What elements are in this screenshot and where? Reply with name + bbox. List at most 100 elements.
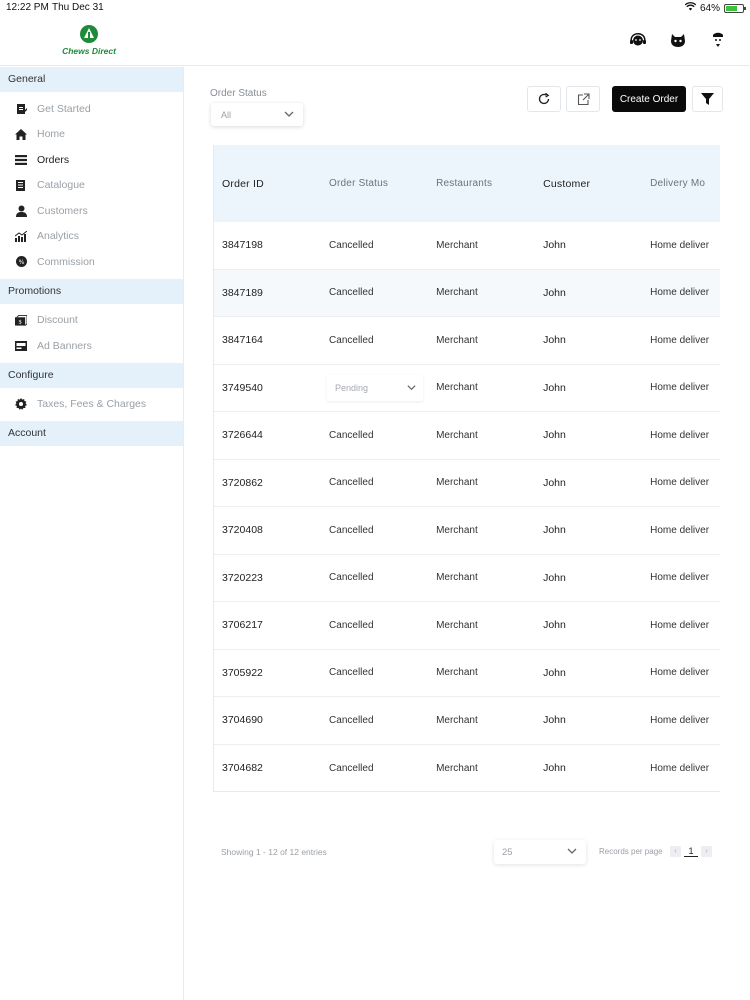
table-row[interactable]: 3847198 Cancelled Merchant John Home del…: [214, 222, 720, 270]
current-page[interactable]: 1: [684, 846, 698, 857]
order-id-cell: 3847189: [222, 286, 263, 299]
sidebar-item-catalogue[interactable]: Catalogue: [0, 173, 183, 199]
column-header[interactable]: Delivery Mo: [642, 178, 720, 189]
delivery-mode-cell: Home deliver: [650, 572, 710, 584]
order-status-cell: Cancelled: [329, 667, 374, 679]
customer-cell: John: [543, 714, 566, 727]
table-row[interactable]: 3704690 Cancelled Merchant John Home del…: [214, 697, 720, 745]
home-icon: [15, 128, 27, 140]
table-header: Order ID Order Status Restaurants Custom…: [214, 145, 720, 222]
sidebar-item-customers[interactable]: Customers: [0, 198, 183, 224]
table-row[interactable]: 3706217 Cancelled Merchant John Home del…: [214, 602, 720, 650]
next-page-button[interactable]: ›: [701, 846, 712, 857]
refresh-button[interactable]: [527, 86, 561, 112]
sidebar-item-label: Discount: [37, 314, 78, 327]
column-header[interactable]: Restaurants: [428, 178, 535, 189]
table-row[interactable]: 3726644 Cancelled Merchant John Home del…: [214, 412, 720, 460]
brand-name: Chews Direct: [62, 46, 116, 56]
wifi-icon: [684, 2, 697, 14]
sidebar-item-label: Get Started: [37, 102, 91, 115]
external-link-icon: [577, 92, 590, 105]
discount-icon: $: [15, 314, 27, 326]
logo-mark-icon: [80, 25, 98, 43]
create-order-button[interactable]: Create Order: [612, 86, 686, 112]
export-button[interactable]: [566, 86, 600, 112]
order-id-cell: 3706217: [222, 619, 263, 632]
order-status-cell: Cancelled: [329, 477, 374, 489]
battery-percent: 64%: [699, 2, 720, 14]
order-status-cell: Cancelled: [329, 334, 374, 346]
order-status-cell: Cancelled: [329, 287, 374, 299]
order-status-cell: Cancelled: [329, 572, 374, 584]
banner-icon: [15, 340, 27, 352]
section-general: General: [0, 67, 183, 92]
table-row[interactable]: 3749540 Pending Merchant John Home deliv…: [214, 364, 720, 412]
delivery-mode-cell: Home deliver: [650, 477, 710, 489]
column-header[interactable]: Order Status: [321, 178, 428, 189]
sidebar-item-analytics[interactable]: Analytics: [0, 224, 183, 250]
delivery-mode-cell: Home deliver: [650, 239, 710, 251]
percent-icon: %: [15, 256, 27, 268]
column-header[interactable]: Order ID: [214, 178, 321, 190]
order-status-select[interactable]: All: [211, 103, 303, 126]
table-row[interactable]: 3720862 Cancelled Merchant John Home del…: [214, 459, 720, 507]
table-row[interactable]: 3705922 Cancelled Merchant John Home del…: [214, 649, 720, 697]
support-icon[interactable]: [628, 30, 648, 50]
customer-cell: John: [543, 334, 566, 347]
table-row[interactable]: 3847189 Cancelled Merchant John Home del…: [214, 269, 720, 317]
column-header[interactable]: Customer: [535, 178, 642, 190]
section-account: Account: [0, 421, 183, 446]
sidebar-item-label: Commission: [37, 255, 95, 268]
prev-page-button[interactable]: ‹: [670, 846, 681, 857]
sidebar-item-discount[interactable]: $ Discount: [0, 308, 183, 334]
delivery-mode-cell: Home deliver: [650, 524, 710, 536]
restaurant-cell: Merchant: [436, 382, 478, 394]
delivery-mode-cell: Home deliver: [650, 334, 710, 346]
customer-cell: John: [543, 524, 566, 537]
analytics-icon: [15, 230, 27, 242]
sidebar-item-get-started[interactable]: Get Started: [0, 96, 183, 122]
filter-icon: [701, 93, 714, 105]
orders-table: Order ID Order Status Restaurants Custom…: [213, 145, 720, 792]
delivery-mode-cell: Home deliver: [650, 762, 710, 774]
table-row[interactable]: 3720223 Cancelled Merchant John Home del…: [214, 554, 720, 602]
restaurant-cell: Merchant: [436, 572, 478, 584]
sidebar-item-label: Catalogue: [37, 179, 85, 192]
chevron-down-icon: [407, 385, 416, 391]
customer-cell: John: [543, 762, 566, 775]
table-row[interactable]: 3847164 Cancelled Merchant John Home del…: [214, 317, 720, 365]
restaurant-cell: Merchant: [436, 334, 478, 346]
profile-icon[interactable]: [708, 30, 728, 50]
pagination: ‹ 1 ›: [670, 846, 712, 857]
sidebar-item-home[interactable]: Home: [0, 122, 183, 148]
entries-summary: Showing 1 - 12 of 12 entries: [221, 847, 327, 857]
sidebar-item-taxes-fees-charges[interactable]: Taxes, Fees & Charges: [0, 392, 183, 418]
order-id-cell: 3847164: [222, 334, 263, 347]
sidebar-item-label: Customers: [37, 204, 88, 217]
sidebar-item-orders[interactable]: Orders: [0, 147, 183, 173]
order-status-dropdown[interactable]: Pending: [327, 375, 423, 401]
records-per-page-value: 25: [502, 846, 513, 858]
sidebar-item-commission[interactable]: % Commission: [0, 249, 183, 275]
table-row[interactable]: 3704682 Cancelled Merchant John Home del…: [214, 744, 720, 791]
order-status-cell: Cancelled: [329, 619, 374, 631]
header-actions: [628, 30, 728, 50]
table-row[interactable]: 3720408 Cancelled Merchant John Home del…: [214, 507, 720, 555]
customer-cell: John: [543, 381, 566, 394]
order-status-cell: Cancelled: [329, 429, 374, 441]
customer-cell: John: [543, 476, 566, 489]
records-per-page-select[interactable]: 25: [494, 840, 586, 864]
delivery-mode-cell: Home deliver: [650, 619, 710, 631]
order-id-cell: 3847198: [222, 239, 263, 252]
customer-cell: John: [543, 286, 566, 299]
filter-button[interactable]: [692, 86, 723, 112]
delivery-mode-cell: Home deliver: [650, 667, 710, 679]
restaurant-cell: Merchant: [436, 667, 478, 679]
sidebar-item-ad-banners[interactable]: Ad Banners: [0, 333, 183, 359]
restaurant-cell: Merchant: [436, 619, 478, 631]
customer-cell: John: [543, 429, 566, 442]
brand-logo[interactable]: Chews Direct: [58, 24, 120, 58]
chat-bot-icon[interactable]: [668, 30, 688, 50]
settings-icon: [15, 398, 27, 411]
customer-cell: John: [543, 666, 566, 679]
